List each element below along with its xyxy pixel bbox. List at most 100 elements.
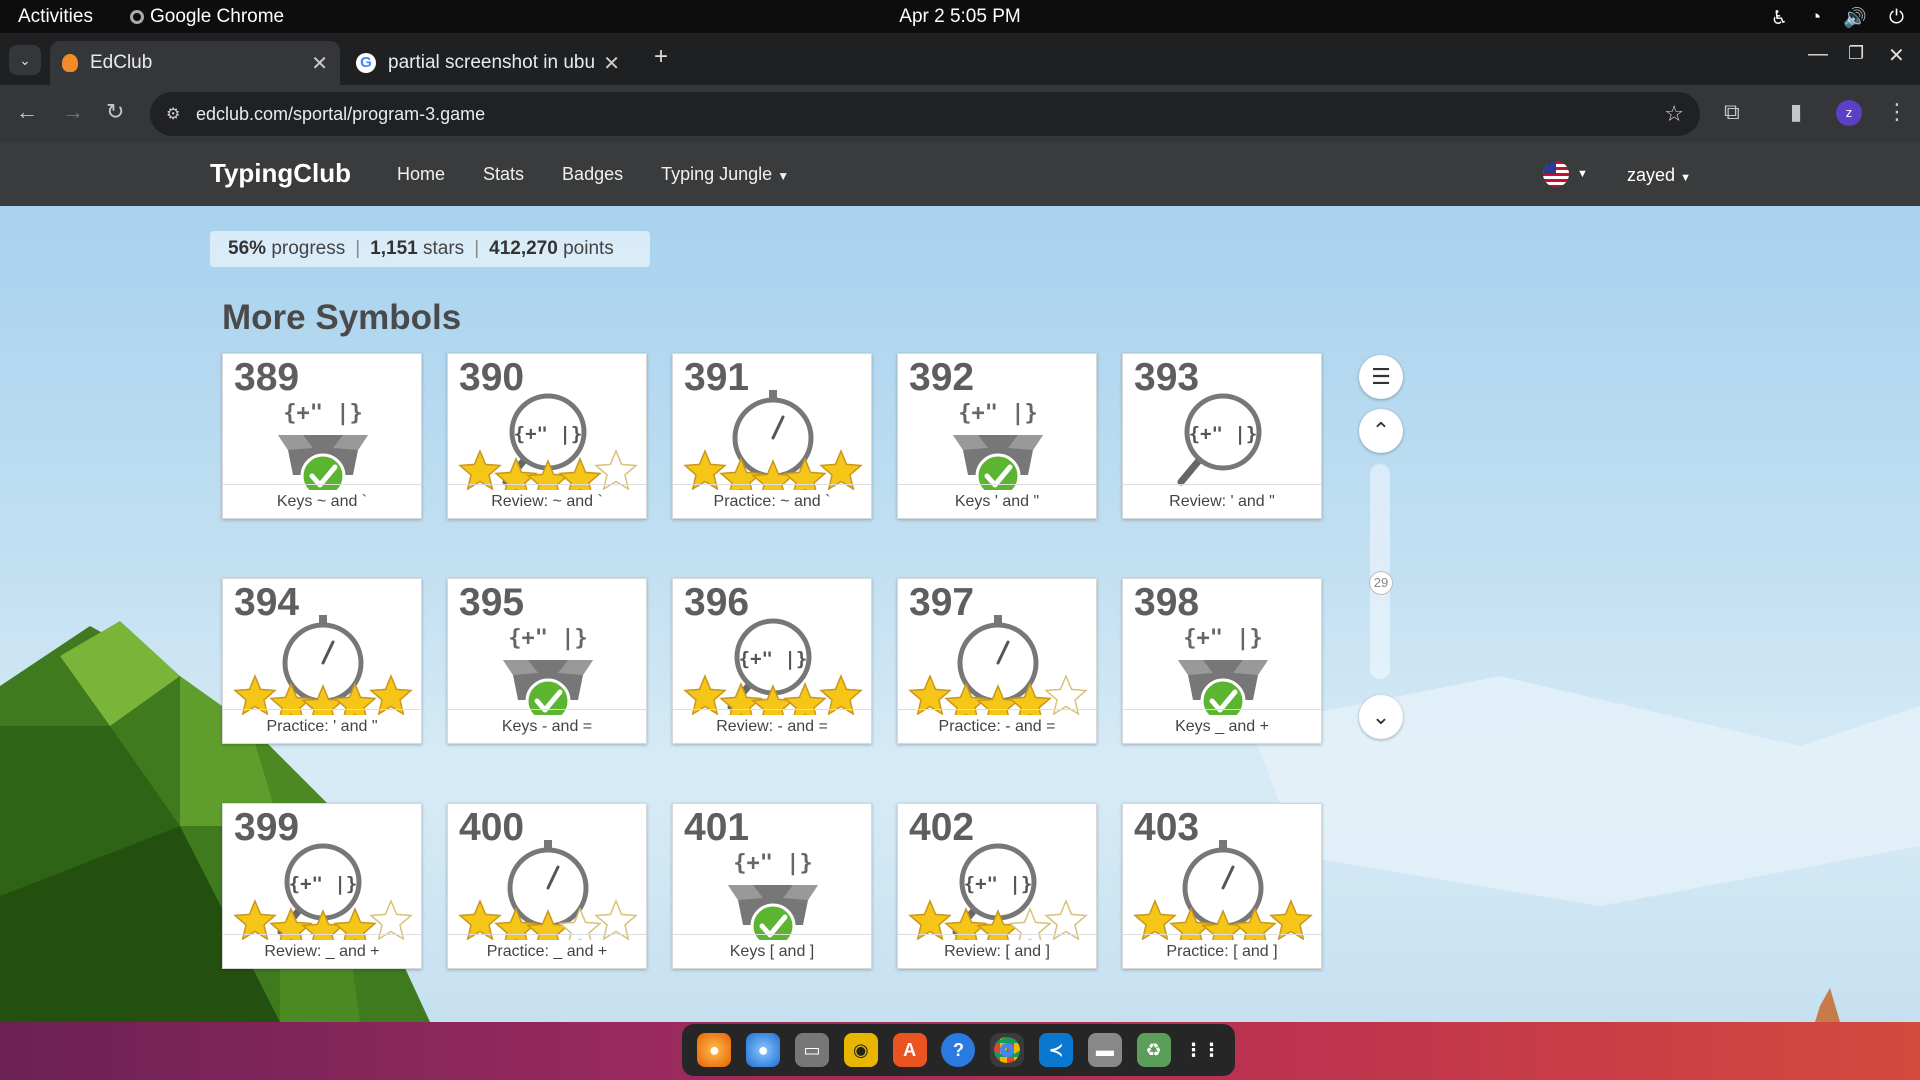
lesson-label: Practice: ~ and ` [673, 484, 871, 518]
lesson-card-389[interactable]: {+" |} 389 Keys ~ and ` [222, 353, 422, 519]
user-menu[interactable]: zayed ▼ [1627, 165, 1691, 186]
nav-typing-jungle[interactable]: Typing Jungle ▼ [661, 164, 789, 185]
browser-toolbar: ← → ↻ ⚙ edclub.com/sportal/program-3.gam… [0, 85, 1920, 143]
lesson-card-399[interactable]: {+" |} 399 Review: _ and + [222, 803, 422, 969]
new-tab-button[interactable]: + [654, 43, 668, 71]
app-grid-icon[interactable]: ⋮⋮ [1185, 1033, 1221, 1067]
tab-edclub[interactable]: EdClub ✕ [50, 41, 340, 85]
lesson-card-401[interactable]: {+" |} 401 Keys [ and ] [672, 803, 872, 969]
tab-strip: ⌄ EdClub ✕ G partial screenshot in ubu ✕… [0, 33, 1920, 85]
points-stat: 412,270 points [489, 238, 614, 260]
lesson-card-391[interactable]: 391 Practice: ~ and ` [672, 353, 872, 519]
magnifier-icon: {+" |} [1177, 393, 1262, 486]
side-panel-icon[interactable]: ▮ [1790, 99, 1802, 125]
google-favicon: G [356, 53, 376, 73]
progress-stat: 56% progress [228, 238, 345, 260]
lesson-illustration: {+" |} [728, 851, 818, 940]
files-icon[interactable]: ▭ [795, 1033, 830, 1067]
tab-title: EdClub [90, 52, 153, 73]
lesson-card-390[interactable]: {+" |} 390 Review: ~ and ` [447, 353, 647, 519]
list-view-button[interactable]: ☰ [1359, 355, 1403, 399]
reload-icon[interactable]: ↻ [106, 99, 124, 125]
vscode-icon[interactable]: ≺ [1039, 1033, 1074, 1067]
us-flag-icon [1543, 161, 1569, 187]
volume-icon[interactable]: 🔊 [1843, 6, 1867, 30]
address-bar[interactable]: ⚙ edclub.com/sportal/program-3.game ☆ [150, 92, 1700, 136]
lesson-number: 392 [909, 356, 975, 399]
close-tab-icon[interactable]: ✕ [311, 51, 328, 76]
system-top-bar: Activities Google Chrome Apr 2 5:05 PM ♿… [0, 0, 1920, 33]
lesson-number: 391 [684, 356, 750, 399]
lesson-illustration: {+" |} [458, 393, 638, 490]
lesson-number: 389 [234, 356, 300, 399]
dock: ● ● ▭ ◉ A ? ≺ ▬ ♻ ⋮⋮ [682, 1024, 1235, 1076]
lesson-number: 403 [1134, 806, 1200, 849]
language-flag-dropdown[interactable]: ▼ [1543, 161, 1588, 187]
lesson-card-402[interactable]: {+" |} 402 Review: [ and ] [897, 803, 1097, 969]
lesson-label: Keys _ and + [1123, 709, 1321, 743]
lesson-card-396[interactable]: {+" |} 396 Review: - and = [672, 578, 872, 744]
firefox-icon[interactable]: ● [697, 1033, 732, 1067]
trash-icon[interactable]: ♻ [1136, 1033, 1171, 1067]
extensions-icon[interactable]: ⧉ [1724, 99, 1740, 125]
lesson-illustration: {+" |} [1178, 626, 1268, 715]
nav-badges[interactable]: Badges [562, 164, 623, 185]
lesson-number: 401 [684, 806, 750, 849]
tab-search-button[interactable]: ⌄ [9, 45, 41, 75]
system-tray[interactable]: ♿ ◔ 🔊 ⏻ [1771, 6, 1904, 30]
lesson-number: 400 [459, 806, 525, 849]
help-icon[interactable]: ? [941, 1033, 976, 1067]
lesson-card-397[interactable]: 397 Practice: - and = [897, 578, 1097, 744]
lesson-illustration: {+" |} [233, 843, 413, 940]
lesson-label: Keys ' and " [898, 484, 1096, 518]
nav-home[interactable]: Home [397, 164, 445, 185]
tab-partial-screenshot[interactable]: G partial screenshot in ubu ✕ [342, 41, 632, 85]
points-value: 412,270 [489, 238, 558, 259]
lesson-illustration [1133, 840, 1313, 940]
typingclub-logo[interactable]: TypingClub [210, 158, 351, 189]
forward-icon[interactable]: → [62, 99, 84, 125]
lesson-card-403[interactable]: 403 Practice: [ and ] [1122, 803, 1322, 969]
lesson-illustration [908, 615, 1088, 715]
lesson-card-395[interactable]: {+" |} 395 Keys - and = [447, 578, 647, 744]
chrome-menu-icon[interactable]: ⋮ [1886, 99, 1908, 125]
accessibility-icon[interactable]: ♿ [1771, 7, 1788, 30]
thunderbird-icon[interactable]: ● [746, 1033, 781, 1067]
lesson-card-394[interactable]: 394 Practice: ' and " [222, 578, 422, 744]
clock[interactable]: Apr 2 5:05 PM [0, 6, 1920, 28]
lesson-illustration: {+" |} [503, 626, 593, 715]
restore-window-button[interactable]: ❐ [1848, 43, 1864, 64]
lesson-card-400[interactable]: 400 Practice: _ and + [447, 803, 647, 969]
section-title: More Symbols [222, 298, 462, 337]
rhythmbox-icon[interactable]: ◉ [843, 1033, 878, 1067]
lesson-illustration: {+" |} [683, 618, 863, 715]
app-center-icon[interactable]: A [892, 1033, 927, 1067]
scroll-up-button[interactable]: ⌃ [1359, 409, 1403, 453]
back-icon[interactable]: ← [16, 99, 38, 125]
lesson-card-398[interactable]: {+" |} 398 Keys _ and + [1122, 578, 1322, 744]
lesson-number: 397 [909, 581, 975, 624]
lesson-label: Practice: ' and " [223, 709, 421, 743]
lesson-number: 394 [234, 581, 300, 624]
scroll-position-badge[interactable]: 29 [1369, 571, 1393, 595]
lesson-number: 393 [1134, 356, 1200, 399]
minimize-window-button[interactable]: — [1808, 43, 1828, 66]
lesson-illustration: {+" |} [908, 843, 1088, 940]
stars-value: 1,151 [370, 238, 418, 259]
profile-avatar[interactable]: z [1836, 100, 1862, 126]
site-info-icon[interactable]: ⚙ [166, 104, 180, 124]
close-window-button[interactable]: ✕ [1888, 43, 1905, 68]
wifi-icon[interactable]: ◔ [1810, 7, 1821, 29]
lesson-card-392[interactable]: {+" |} 392 Keys ' and " [897, 353, 1097, 519]
program-content: 56% progress | 1,151 stars | 412,270 poi… [0, 206, 1920, 1022]
close-tab-icon[interactable]: ✕ [603, 51, 620, 76]
lesson-illustration: {+" |} [278, 401, 368, 490]
disk-icon[interactable]: ▬ [1087, 1033, 1122, 1067]
scroll-down-button[interactable]: ⌄ [1359, 695, 1403, 739]
lesson-card-393[interactable]: {+" |} 393 Review: ' and " [1122, 353, 1322, 519]
bookmark-star-icon[interactable]: ☆ [1664, 101, 1684, 127]
chrome-icon[interactable] [990, 1033, 1025, 1067]
power-icon[interactable]: ⏻ [1889, 7, 1904, 29]
divider: | [355, 238, 361, 259]
nav-stats[interactable]: Stats [483, 164, 524, 185]
